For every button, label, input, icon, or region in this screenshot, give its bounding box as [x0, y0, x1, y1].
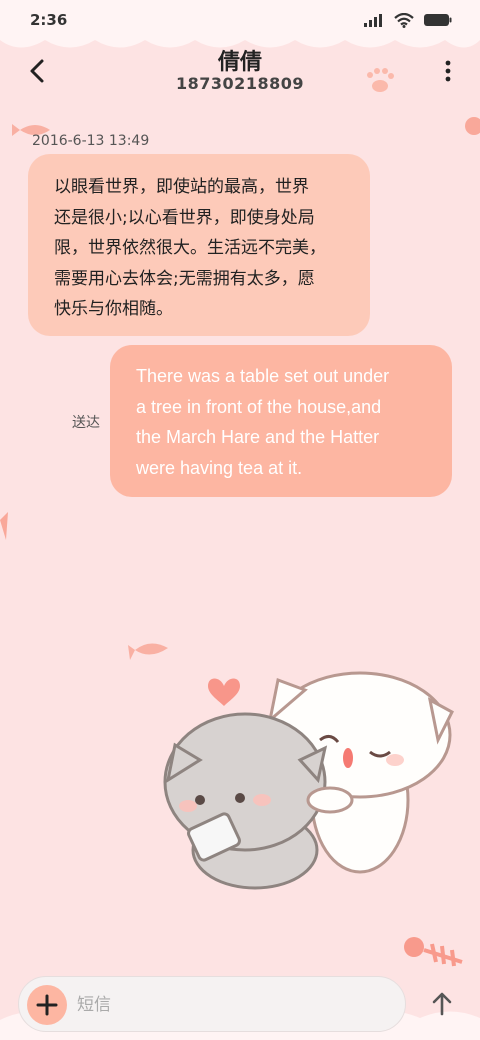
contact-number: 18730218809 — [176, 74, 304, 93]
plus-icon — [36, 994, 58, 1016]
message-line: a tree in front of the house,and — [136, 396, 382, 417]
status-icons — [364, 12, 452, 28]
message-line: There was a table set out under — [136, 366, 390, 386]
message-line: were having tea at it. — [136, 457, 303, 478]
more-vertical-icon[interactable] — [440, 55, 456, 87]
message-line: 需要用心去体会;无需拥有太多，愿 — [54, 268, 315, 289]
signal-icon — [364, 14, 382, 27]
message-timestamp: 2016-6-13 13:49 — [32, 133, 150, 149]
message-line: the March Hare and the Hatter — [136, 427, 380, 447]
message-input[interactable] — [77, 991, 377, 1019]
message-line: 快乐与你相随。 — [54, 299, 173, 319]
message-composer — [18, 976, 406, 1032]
wifi-icon — [394, 12, 414, 28]
status-bar: 2:36 — [0, 0, 480, 40]
arrow-up-icon[interactable] — [426, 988, 458, 1020]
status-time: 2:36 — [30, 11, 68, 29]
incoming-message-bubble[interactable]: 以眼看世界，即使站的最高，世界 还是很小;以心看世界，即使身处局 限，世界依然很… — [28, 154, 370, 336]
conversation-header: 倩倩 18730218809 — [0, 40, 480, 110]
battery-icon — [424, 14, 452, 26]
message-line: 以眼看世界，即使站的最高，世界 — [54, 177, 309, 197]
outgoing-message-bubble[interactable]: There was a table set out under a tree i… — [110, 345, 452, 497]
message-line: 还是很小;以心看世界，即使身处局 — [54, 207, 315, 228]
attach-button[interactable] — [27, 985, 67, 1025]
contact-name[interactable]: 倩倩 — [0, 44, 480, 76]
delivery-status: 送达 — [72, 415, 100, 431]
message-line: 限，世界依然很大。生活远不完美， — [54, 238, 326, 258]
